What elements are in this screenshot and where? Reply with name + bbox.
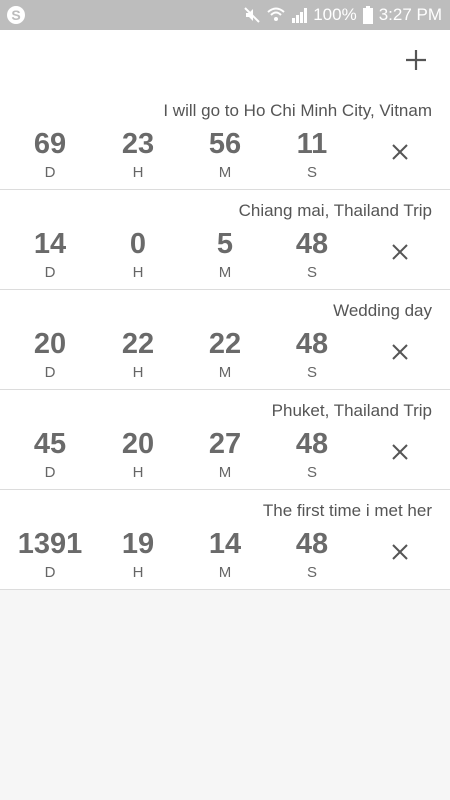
signal-icon [291,7,308,23]
minutes-value: 14 [208,528,242,560]
hours-value: 23 [121,128,155,160]
seconds-label: S [306,364,317,381]
minutes-unit: 56 M [181,128,269,181]
countdown-list: I will go to Ho Chi Minh City, Vitnam 69… [0,90,450,590]
minutes-label: M [218,564,232,581]
hours-unit: 23 H [94,128,182,181]
close-icon [392,244,408,260]
skype-icon: S [4,3,28,27]
days-label: D [44,264,56,281]
countdown-item[interactable]: I will go to Ho Chi Minh City, Vitnam 69… [0,90,450,190]
days-label: D [44,164,56,181]
delete-button[interactable] [384,136,416,168]
days-unit: 69 D [6,128,94,181]
hours-label: H [132,164,144,181]
hours-unit: 19 H [94,528,182,581]
days-value: 45 [33,428,67,460]
days-value: 20 [33,328,67,360]
plus-icon [406,50,426,70]
days-label: D [44,464,56,481]
battery-percentage: 100% [313,5,357,24]
days-unit: 45 D [6,428,94,481]
minutes-label: M [218,164,232,181]
days-unit: 14 D [6,228,94,281]
minutes-value: 5 [216,228,234,260]
app-bar [0,30,450,90]
countdown-title: The first time i met her [262,501,432,520]
minutes-label: M [218,464,232,481]
hours-value: 22 [121,328,155,360]
days-value: 1391 [17,528,83,560]
delete-button[interactable] [384,336,416,368]
delete-button[interactable] [384,236,416,268]
battery-icon [362,6,373,24]
countdown-title: Chiang mai, Thailand Trip [238,201,432,220]
minutes-label: M [218,264,232,281]
hours-value: 0 [129,228,147,260]
mute-icon [243,6,261,24]
hours-value: 19 [121,528,155,560]
countdown-title: Wedding day [333,301,432,320]
hours-unit: 20 H [94,428,182,481]
status-bar: S 100% 3:27 PM [0,0,450,30]
svg-text:S: S [11,7,20,23]
seconds-unit: 48 S [268,228,356,281]
minutes-value: 56 [208,128,242,160]
add-countdown-button[interactable] [398,42,434,78]
seconds-unit: 48 S [268,328,356,381]
seconds-label: S [306,464,317,481]
countdown-item[interactable]: Wedding day 20 D 22 H 22 M 48 S [0,290,450,390]
seconds-label: S [306,264,317,281]
seconds-value: 48 [295,528,329,560]
close-icon [392,444,408,460]
hours-unit: 0 H [94,228,182,281]
seconds-value: 48 [295,328,329,360]
close-icon [392,144,408,160]
delete-button[interactable] [384,436,416,468]
hours-label: H [132,464,144,481]
seconds-value: 48 [295,228,329,260]
hours-label: H [132,364,144,381]
hours-label: H [132,264,144,281]
seconds-unit: 48 S [268,428,356,481]
seconds-unit: 11 S [268,128,356,181]
countdown-item[interactable]: Phuket, Thailand Trip 45 D 20 H 27 M 48 … [0,390,450,490]
seconds-label: S [306,564,317,581]
seconds-value: 11 [296,128,328,160]
status-time: 3:27 PM [378,5,442,24]
days-unit: 1391 D [6,528,94,581]
days-value: 14 [33,228,67,260]
countdown-title: Phuket, Thailand Trip [271,401,432,420]
minutes-unit: 14 M [181,528,269,581]
countdown-title: I will go to Ho Chi Minh City, Vitnam [163,101,432,120]
minutes-value: 22 [208,328,242,360]
days-value: 69 [33,128,67,160]
delete-button[interactable] [384,536,416,568]
days-label: D [44,364,56,381]
minutes-unit: 27 M [181,428,269,481]
countdown-item[interactable]: The first time i met her 1391 D 19 H 14 … [0,490,450,590]
hours-value: 20 [121,428,155,460]
minutes-label: M [218,364,232,381]
days-label: D [44,564,56,581]
wifi-icon [267,7,285,23]
minutes-value: 27 [208,428,242,460]
countdown-item[interactable]: Chiang mai, Thailand Trip 14 D 0 H 5 M 4… [0,190,450,290]
hours-label: H [132,564,144,581]
seconds-unit: 48 S [268,528,356,581]
close-icon [392,344,408,360]
minutes-unit: 5 M [181,228,269,281]
seconds-label: S [306,164,317,181]
hours-unit: 22 H [94,328,182,381]
minutes-unit: 22 M [181,328,269,381]
days-unit: 20 D [6,328,94,381]
seconds-value: 48 [295,428,329,460]
close-icon [392,544,408,560]
